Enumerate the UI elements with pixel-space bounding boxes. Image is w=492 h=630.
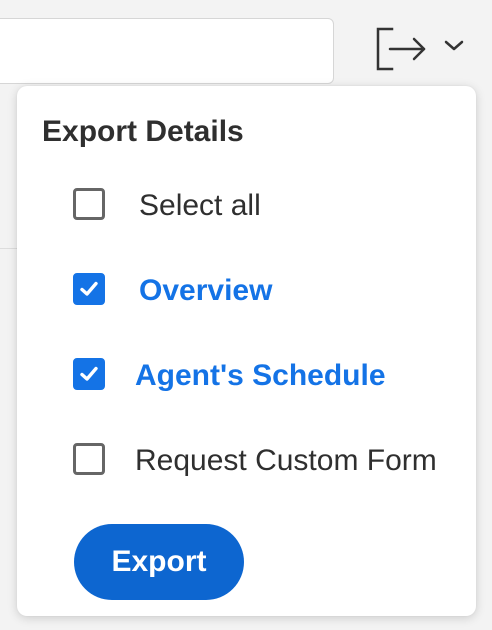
export-details-panel: Export Details Select all Overview Agent…: [17, 86, 476, 616]
select-all-option[interactable]: Select all: [73, 187, 465, 227]
chevron-down-icon: [444, 40, 464, 51]
overview-option[interactable]: Overview: [73, 272, 465, 312]
toolbar: [0, 0, 492, 92]
export-button[interactable]: Export: [74, 524, 244, 600]
checkmark-icon: [80, 281, 98, 296]
request-custom-form-option[interactable]: Request Custom Form: [73, 442, 465, 482]
export-arrow-icon: [376, 27, 426, 71]
agents-schedule-option[interactable]: Agent's Schedule: [73, 357, 465, 397]
option-label-request-custom-form: Request Custom Form: [135, 444, 437, 477]
option-label-overview: Overview: [139, 274, 273, 307]
select-all-checkbox[interactable]: [73, 188, 105, 220]
search-field[interactable]: [0, 18, 334, 84]
option-label-select-all: Select all: [139, 189, 261, 222]
overview-checkbox[interactable]: [73, 273, 105, 305]
export-menu-button[interactable]: [370, 22, 482, 74]
panel-title: Export Details: [42, 115, 244, 148]
request-custom-form-checkbox[interactable]: [73, 443, 105, 475]
option-label-agents-schedule: Agent's Schedule: [135, 359, 386, 392]
checkmark-icon: [80, 366, 98, 381]
agents-schedule-checkbox[interactable]: [73, 358, 105, 390]
